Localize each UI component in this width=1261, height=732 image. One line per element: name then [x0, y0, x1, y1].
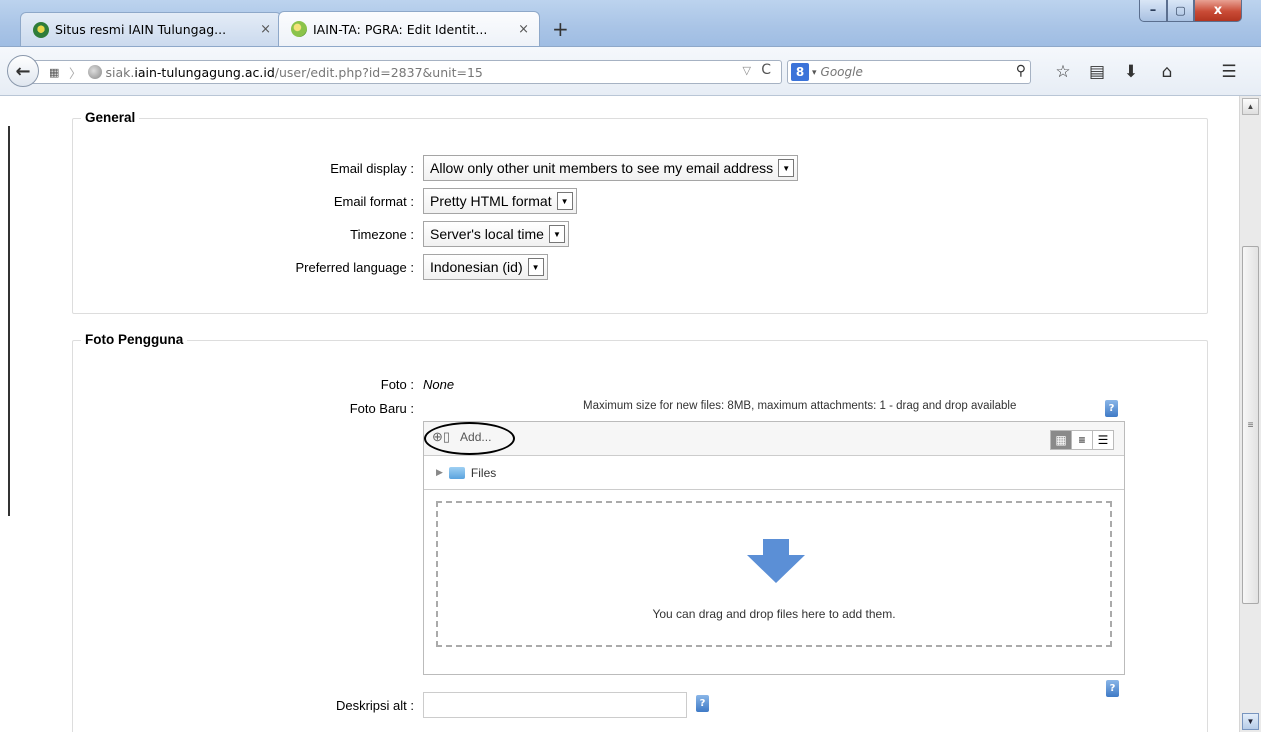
- url-bar[interactable]: ▦ 〉 siak. iain-tulungagung.ac.id/user/edi…: [28, 60, 782, 84]
- engine-dropdown-icon[interactable]: ▾: [812, 67, 817, 78]
- tab-close-icon[interactable]: ×: [518, 22, 529, 37]
- folder-icon: [448, 466, 465, 479]
- url-host-prefix: siak.: [105, 64, 135, 80]
- foto-label: Foto :: [380, 377, 414, 392]
- tree-view-icon[interactable]: ☰: [1092, 430, 1114, 450]
- search-bar[interactable]: 8 ▾ ⚲: [787, 60, 1031, 84]
- url-host: iain-tulungagung.ac.id: [134, 64, 275, 80]
- help-icon[interactable]: ?: [696, 695, 709, 712]
- new-tab-button[interactable]: +: [552, 17, 569, 41]
- site-favicon-icon: [291, 21, 307, 37]
- highlight-circle: [424, 422, 515, 455]
- general-section: General Email display : Allow only other…: [72, 110, 1209, 314]
- chevron-down-icon[interactable]: ▼: [527, 258, 544, 276]
- file-manager: ⊕▯ Add... ▦ ≡ ☰ ▶ Files You can drag and…: [423, 421, 1125, 675]
- page-list-icon[interactable]: ▦: [49, 66, 63, 79]
- email-format-label: Email format :: [333, 194, 414, 209]
- form-row-email-display: Email display : Allow only other unit me…: [73, 155, 1209, 183]
- minimize-button[interactable]: –: [1139, 0, 1167, 22]
- page-content: General Email display : Allow only other…: [0, 96, 1239, 732]
- timezone-label: Timezone :: [350, 227, 414, 242]
- reading-list-icon[interactable]: ▤: [1086, 61, 1108, 83]
- filemanager-info: Maximum size for new files: 8MB, maximum…: [583, 400, 1017, 412]
- reload-icon[interactable]: C: [761, 62, 771, 78]
- url-history-dropdown-icon[interactable]: ▽: [743, 64, 751, 77]
- section-legend-general: General: [81, 110, 140, 125]
- email-display-label: Email display :: [330, 161, 414, 176]
- folder-name: Files: [470, 465, 497, 480]
- menu-icon[interactable]: ☰: [1218, 61, 1240, 83]
- search-input[interactable]: [820, 65, 1001, 79]
- home-icon[interactable]: ⌂: [1156, 61, 1178, 83]
- left-edge-rule: [8, 126, 10, 516]
- chevron-down-icon[interactable]: ▼: [556, 192, 573, 210]
- form-row-language: Preferred language : Indonesian (id) ▼: [73, 254, 1209, 282]
- download-icon[interactable]: ⬇: [1120, 61, 1142, 83]
- email-format-select[interactable]: Pretty HTML format ▼: [423, 188, 577, 214]
- search-icon[interactable]: ⚲: [1016, 62, 1026, 79]
- tab-close-icon[interactable]: ×: [260, 22, 271, 37]
- tab-edit-identitas[interactable]: IAIN-TA: PGRA: Edit Identit... ×: [278, 11, 540, 46]
- tab-situs-resmi[interactable]: Situs resmi IAIN Tulungag... ×: [20, 12, 282, 46]
- bookmark-star-icon[interactable]: ☆: [1052, 61, 1074, 83]
- deskripsi-alt-input[interactable]: [423, 692, 687, 718]
- email-format-value: Pretty HTML format: [430, 193, 552, 209]
- deskripsi-alt-label: Deskripsi alt :: [335, 698, 414, 713]
- email-display-select[interactable]: Allow only other unit members to see my …: [423, 155, 799, 181]
- window-titlebar: Situs resmi IAIN Tulungag... × IAIN-TA: …: [0, 0, 1261, 46]
- foto-baru-label: Foto Baru :: [349, 401, 414, 416]
- drop-arrow-icon: [747, 539, 805, 583]
- scrollbar-thumb[interactable]: ≡: [1242, 246, 1259, 604]
- form-row-timezone: Timezone : Server's local time ▼: [73, 221, 1209, 249]
- file-manager-toolbar: ⊕▯ Add... ▦ ≡ ☰: [424, 422, 1124, 456]
- foto-value: None: [423, 377, 455, 392]
- icon-view-icon[interactable]: ▦: [1050, 430, 1072, 450]
- vertical-scrollbar[interactable]: ▲ ≡ ▼: [1239, 96, 1261, 732]
- globe-icon: [87, 65, 102, 79]
- expand-arrow-icon[interactable]: ▶: [436, 467, 443, 478]
- preferred-language-select[interactable]: Indonesian (id) ▼: [423, 254, 548, 280]
- timezone-select[interactable]: Server's local time ▼: [423, 221, 569, 247]
- navigation-toolbar: ▦ 〉 siak. iain-tulungagung.ac.id/user/edi…: [0, 46, 1261, 96]
- google-engine-icon[interactable]: 8: [791, 63, 809, 81]
- url-path: /user/edit.php?id=2837&unit=15: [274, 64, 483, 80]
- maximize-button[interactable]: ▢: [1167, 0, 1194, 22]
- email-display-value: Allow only other unit members to see my …: [430, 160, 774, 176]
- scroll-down-arrow-icon[interactable]: ▼: [1242, 713, 1259, 730]
- timezone-value: Server's local time: [430, 226, 544, 242]
- tab-title: IAIN-TA: PGRA: Edit Identit...: [313, 21, 488, 37]
- scroll-up-arrow-icon[interactable]: ▲: [1242, 98, 1259, 115]
- file-manager-path[interactable]: ▶ Files: [424, 456, 1124, 490]
- drop-zone[interactable]: You can drag and drop files here to add …: [436, 501, 1112, 647]
- url-separator: 〉: [69, 65, 82, 81]
- list-view-icon[interactable]: ≡: [1071, 430, 1093, 450]
- close-window-button[interactable]: x: [1194, 0, 1242, 22]
- drop-zone-text: You can drag and drop files here to add …: [652, 607, 896, 621]
- preferred-language-label: Preferred language :: [295, 260, 414, 275]
- site-favicon-icon: [33, 22, 49, 38]
- chevron-down-icon[interactable]: ▼: [548, 225, 565, 243]
- chevron-down-icon[interactable]: ▼: [778, 159, 795, 177]
- tab-title: Situs resmi IAIN Tulungag...: [55, 22, 227, 37]
- section-legend-foto: Foto Pengguna: [81, 332, 188, 347]
- view-switcher: ▦ ≡ ☰: [1050, 430, 1114, 450]
- preferred-language-value: Indonesian (id): [430, 259, 523, 275]
- help-icon[interactable]: ?: [1105, 400, 1118, 417]
- back-button[interactable]: ←: [7, 55, 39, 87]
- form-row-email-format: Email format : Pretty HTML format ▼: [73, 188, 1209, 216]
- foto-pengguna-section: Foto Pengguna Foto : None Foto Baru : Ma…: [72, 332, 1208, 732]
